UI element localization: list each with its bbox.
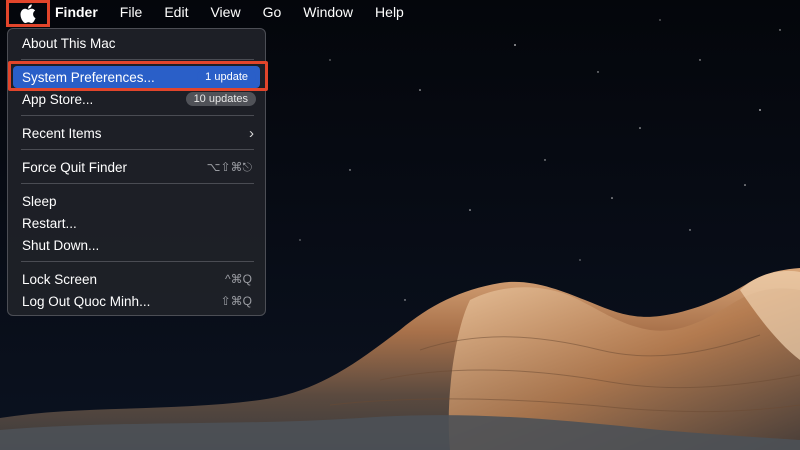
menu-item-log-out[interactable]: Log Out Quoc Minh... ⇧⌘Q — [13, 290, 260, 312]
menu-separator — [21, 261, 254, 262]
menubar-file[interactable]: File — [120, 3, 143, 21]
menubar-finder[interactable]: Finder — [55, 3, 98, 21]
menubar-go[interactable]: Go — [263, 3, 282, 21]
menu-item-label: Restart... — [22, 215, 77, 231]
menu-separator — [21, 183, 254, 184]
menubar-help[interactable]: Help — [375, 3, 404, 21]
chevron-right-icon: › — [249, 124, 254, 142]
apple-logo-icon — [20, 4, 36, 23]
update-badge: 10 updates — [185, 92, 256, 106]
menu-item-lock-screen[interactable]: Lock Screen ^⌘Q — [13, 268, 260, 290]
menu-item-label: App Store... — [22, 91, 94, 107]
menu-separator — [21, 149, 254, 150]
menu-item-force-quit[interactable]: Force Quit Finder ⌥⇧⌘⎋ — [13, 156, 260, 178]
menu-item-restart[interactable]: Restart... — [13, 212, 260, 234]
highlight-outline — [8, 61, 268, 91]
menu-item-sleep[interactable]: Sleep — [13, 190, 260, 212]
menu-item-label: Recent Items — [22, 125, 102, 141]
menu-item-label: Lock Screen — [22, 271, 98, 287]
menu-item-about-this-mac[interactable]: About This Mac — [13, 32, 260, 54]
menu-item-recent-items[interactable]: Recent Items › — [13, 122, 260, 144]
keyboard-shortcut: ⌥⇧⌘⎋ — [206, 159, 252, 174]
menu-separator — [21, 59, 254, 60]
menu-item-label: About This Mac — [22, 35, 116, 51]
menu-item-label: Sleep — [22, 193, 57, 209]
menu-item-shut-down[interactable]: Shut Down... — [13, 234, 260, 256]
menubar-window[interactable]: Window — [303, 3, 353, 21]
menu-item-label: Force Quit Finder — [22, 159, 128, 175]
keyboard-shortcut: ^⌘Q — [225, 272, 252, 286]
apple-menu-button[interactable] — [6, 0, 50, 27]
menu-item-label: Shut Down... — [22, 237, 100, 253]
menu-separator — [21, 115, 254, 116]
menu-bar: Finder File Edit View Go Window Help — [0, 0, 800, 27]
menubar-edit[interactable]: Edit — [164, 3, 188, 21]
menubar-view[interactable]: View — [210, 3, 240, 21]
menu-item-app-store[interactable]: App Store... 10 updates — [13, 88, 260, 110]
menu-item-label: Log Out Quoc Minh... — [22, 293, 151, 309]
keyboard-shortcut: ⇧⌘Q — [220, 294, 252, 308]
